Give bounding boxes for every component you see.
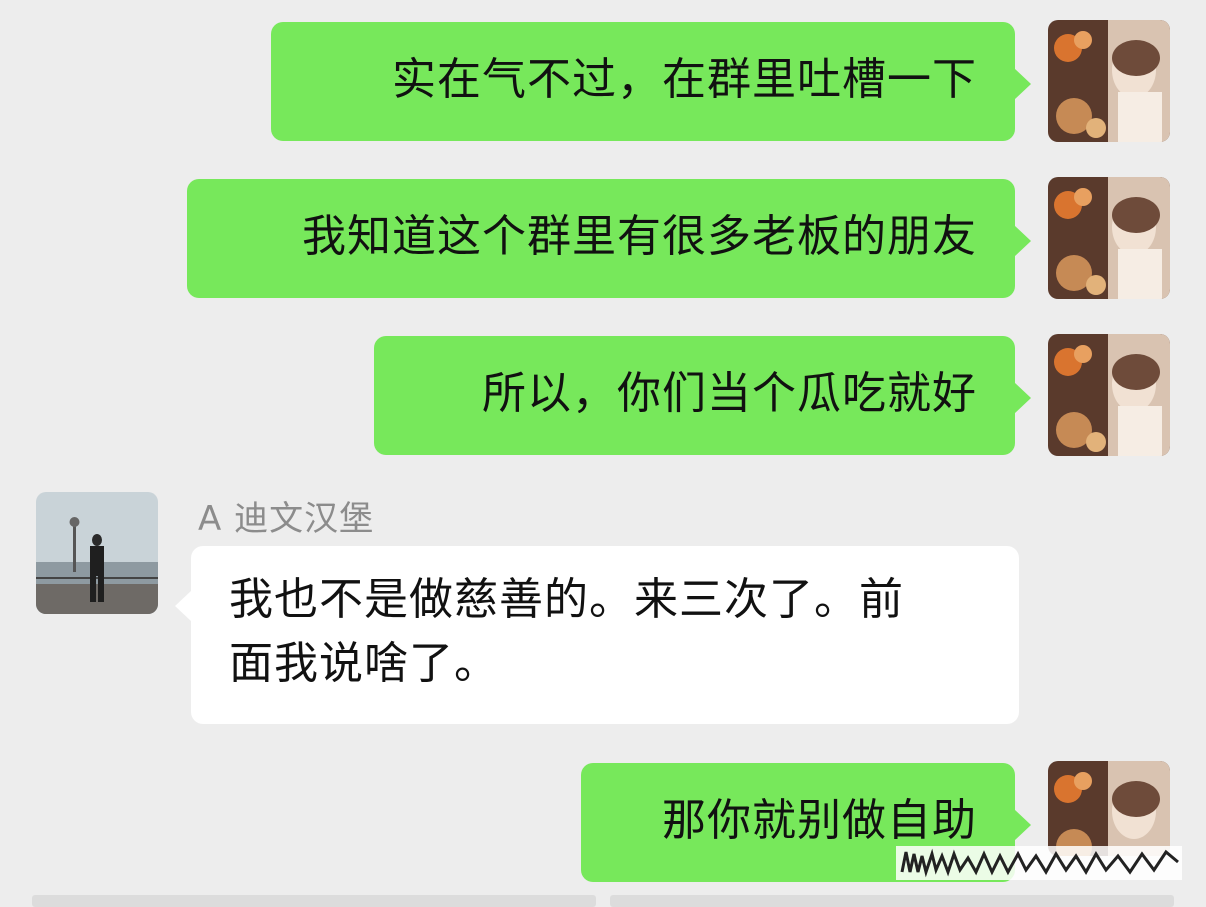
self-avatar[interactable] (1048, 334, 1170, 456)
avatar-photo-icon (1048, 334, 1170, 456)
message-text: 那你就别做自助 (662, 795, 977, 846)
message-text: 实在气不过，在群里吐槽一下 (392, 54, 977, 105)
self-avatar[interactable] (1048, 20, 1170, 142)
message-text-line: 面我说啥了。 (229, 638, 499, 689)
message-text-line: 我也不是做慈善的。来三次了。前 (229, 574, 904, 625)
bottom-divider (32, 895, 596, 907)
message-text: 所以，你们当个瓜吃就好 (482, 368, 977, 419)
message-bubble-other[interactable]: 我也不是做慈善的。来三次了。前 面我说啥了。 (175, 546, 1019, 724)
message-bubble-self[interactable]: 我知道这个群里有很多老板的朋友 (187, 179, 1031, 298)
message-bubble-self[interactable]: 实在气不过，在群里吐槽一下 (271, 22, 1031, 141)
avatar-photo-icon (36, 492, 158, 614)
avatar-photo-icon (1048, 177, 1170, 299)
message-text: 我知道这个群里有很多老板的朋友 (302, 211, 977, 262)
self-avatar[interactable] (1048, 177, 1170, 299)
bottom-divider (610, 895, 1174, 907)
message-bubble-self[interactable]: 所以，你们当个瓜吃就好 (374, 336, 1031, 455)
other-avatar[interactable] (36, 492, 158, 614)
watermark-scribble-icon (896, 842, 1182, 884)
sender-name: A 迪文汉堡 (198, 499, 375, 539)
avatar-photo-icon (1048, 20, 1170, 142)
